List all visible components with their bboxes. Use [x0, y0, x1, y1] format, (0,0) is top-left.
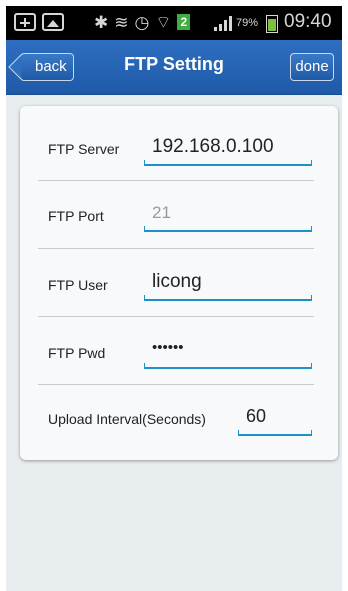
done-button[interactable]: done [290, 53, 334, 81]
bluetooth-icon: ✱ [94, 13, 115, 32]
ftp-pwd-input[interactable]: •••••• [152, 339, 184, 356]
ftp-port-underline [144, 226, 312, 232]
upload-interval-underline [238, 430, 312, 436]
ftp-port-row: FTP Port 21 [38, 181, 314, 247]
status-bar: ✱≋◷⌔ 2 79% 09:40 [6, 6, 342, 40]
status-icons: ✱≋◷⌔ 2 [94, 12, 191, 33]
wifi-icon: ⌔ [155, 13, 178, 32]
navigation-bar: back FTP Setting done [6, 40, 342, 95]
phone-screen: ✱≋◷⌔ 2 79% 09:40 back FTP Setting done FT… [6, 6, 342, 591]
ftp-server-input[interactable]: 192.168.0.100 [152, 136, 274, 158]
ftp-pwd-underline [144, 363, 312, 369]
ftp-user-input[interactable]: licong [152, 271, 202, 293]
ftp-settings-card: FTP Server 192.168.0.100 FTP Port 21 FTP… [20, 106, 338, 460]
clock: 09:40 [284, 11, 332, 32]
ftp-port-label: FTP Port [48, 208, 104, 224]
ftp-server-label: FTP Server [48, 141, 120, 157]
ftp-server-row: FTP Server 192.168.0.100 [38, 114, 314, 180]
ftp-user-underline [144, 295, 312, 301]
ftp-server-underline [144, 160, 312, 166]
alarm-icon: ◷ [134, 13, 156, 32]
ftp-user-row: FTP User licong [38, 249, 314, 315]
signal-icon [214, 16, 232, 31]
sim-badge: 2 [177, 14, 191, 30]
ftp-user-label: FTP User [48, 277, 108, 293]
upload-interval-input[interactable]: 60 [246, 406, 266, 427]
upload-interval-label: Upload Interval(Seconds) [48, 411, 206, 427]
image-icon [42, 13, 64, 31]
battery-icon [266, 15, 278, 33]
notification-icons [14, 13, 64, 31]
ftp-pwd-label: FTP Pwd [48, 345, 106, 361]
ftp-port-input[interactable]: 21 [152, 203, 171, 223]
plus-icon [14, 13, 36, 31]
ftp-pwd-row: FTP Pwd •••••• [38, 317, 314, 383]
battery-percent: 79% [236, 17, 259, 29]
upload-interval-row: Upload Interval(Seconds) 60 [38, 385, 314, 451]
mute-icon: ≋ [114, 13, 135, 32]
